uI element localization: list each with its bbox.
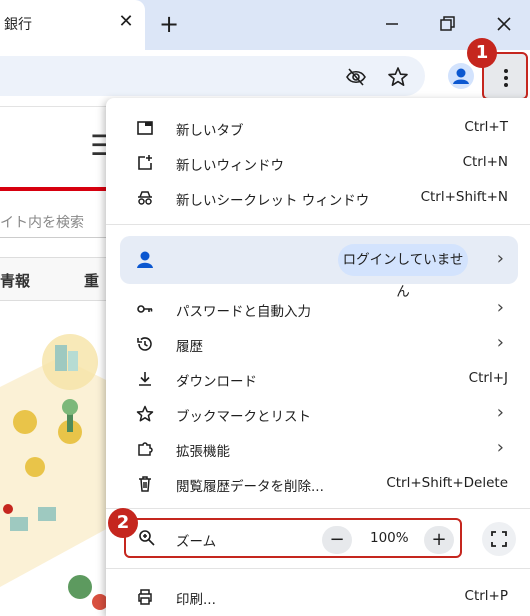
chevron-right-icon: › xyxy=(496,297,504,318)
eye-off-icon[interactable] xyxy=(345,66,367,88)
menu-item-label: ダウンロード xyxy=(176,374,257,390)
trash-icon xyxy=(139,476,151,492)
zoom-control: ズーム − 100% + xyxy=(124,518,462,558)
menu-item-label: 新しいタブ xyxy=(176,123,244,139)
new-tab-button[interactable]: + xyxy=(156,11,182,37)
header-red-line xyxy=(0,187,110,191)
star-icon xyxy=(136,405,154,422)
new-window-icon xyxy=(138,155,152,170)
zoom-icon xyxy=(139,530,155,546)
chevron-right-icon: › xyxy=(496,402,504,423)
minimize-button[interactable] xyxy=(380,12,404,36)
step-badge-1: 1 xyxy=(467,38,497,68)
tab-title: 銀行 xyxy=(4,17,32,33)
menu-item-shortcut: Ctrl+N xyxy=(462,154,508,170)
menu-item-new-tab[interactable]: 新しいタブ Ctrl+T xyxy=(106,110,530,145)
chrome-main-menu: 新しいタブ Ctrl+T 新しいウィンドウ Ctrl+N 新しいシークレット ウ… xyxy=(106,98,530,616)
site-search-input[interactable]: イト内を検索 xyxy=(0,209,110,238)
download-icon xyxy=(139,372,151,386)
menu-item-label: 拡張機能 xyxy=(176,444,230,460)
menu-item-shortcut: Ctrl+T xyxy=(464,119,508,135)
history-icon xyxy=(137,337,152,351)
page-nav: 青報 重 xyxy=(0,257,110,301)
menu-item-label: 新しいシークレット ウィンドウ xyxy=(176,193,370,209)
chevron-right-icon: › xyxy=(496,437,504,458)
menu-item-shortcut: Ctrl+J xyxy=(468,370,508,386)
bookmark-star-icon[interactable] xyxy=(387,66,409,88)
menu-item-history[interactable]: 履歴 › xyxy=(106,326,530,361)
menu-item-new-window[interactable]: 新しいウィンドウ Ctrl+N xyxy=(106,145,530,180)
menu-item-passwords[interactable]: パスワードと自動入力 › xyxy=(106,291,530,326)
zoom-in-button[interactable]: + xyxy=(424,526,454,554)
zoom-value: 100% xyxy=(370,530,409,546)
menu-item-clear-browsing-data[interactable]: 閲覧履歴データを削除... Ctrl+Shift+Delete xyxy=(106,466,530,501)
nav-item-1[interactable]: 青報 xyxy=(0,270,30,291)
title-bar: 銀行 ✕ + xyxy=(0,0,530,50)
profile-card[interactable]: ログインしていません › xyxy=(120,236,518,300)
menu-item-shortcut: Ctrl+Shift+Delete xyxy=(386,475,508,491)
new-tab-icon xyxy=(137,121,153,135)
menu-item-label: 閲覧履歴データを削除... xyxy=(176,479,324,495)
menu-item-shortcut: Ctrl+P xyxy=(464,588,508,604)
chevron-right-icon: › xyxy=(496,332,504,353)
step-badge-2: 2 xyxy=(108,508,138,538)
person-icon xyxy=(137,251,153,268)
fullscreen-icon xyxy=(491,531,507,547)
login-status-badge[interactable]: ログインしていません xyxy=(338,244,468,300)
isometric-illustration xyxy=(0,334,110,610)
menu-item-label: ブックマークとリスト xyxy=(176,409,311,425)
browser-tab[interactable]: 銀行 ✕ xyxy=(0,0,145,50)
menu-item-label: 新しいウィンドウ xyxy=(176,158,284,174)
incognito-icon xyxy=(138,191,152,205)
restore-button[interactable] xyxy=(435,12,459,36)
fullscreen-button[interactable] xyxy=(482,522,516,556)
zoom-out-button[interactable]: − xyxy=(322,526,352,554)
menu-item-extensions[interactable]: 拡張機能 › xyxy=(106,431,530,466)
tab-close-button[interactable]: ✕ xyxy=(116,12,136,32)
close-window-button[interactable] xyxy=(492,12,516,36)
menu-item-print[interactable]: 印刷... Ctrl+P xyxy=(106,579,530,614)
menu-item-bookmarks[interactable]: ブックマークとリスト › xyxy=(106,396,530,431)
menu-divider xyxy=(106,508,530,509)
chevron-right-icon: › xyxy=(496,248,504,269)
menu-divider xyxy=(106,224,530,225)
profile-avatar-icon[interactable] xyxy=(448,63,474,89)
menu-item-incognito[interactable]: 新しいシークレット ウィンドウ Ctrl+Shift+N xyxy=(106,180,530,215)
menu-item-downloads[interactable]: ダウンロード Ctrl+J xyxy=(106,361,530,396)
web-page-background: ☰ イト内を検索 青報 重 xyxy=(0,107,115,616)
menu-divider xyxy=(106,568,530,569)
address-bar[interactable] xyxy=(0,56,425,96)
zoom-label: ズーム xyxy=(176,534,217,550)
nav-item-2[interactable]: 重 xyxy=(84,270,99,291)
menu-item-shortcut: Ctrl+Shift+N xyxy=(420,189,508,205)
extensions-icon xyxy=(138,442,153,456)
menu-item-label: 印刷... xyxy=(176,592,216,608)
menu-item-label: 履歴 xyxy=(176,339,203,355)
menu-item-label: パスワードと自動入力 xyxy=(176,304,311,320)
key-icon xyxy=(137,305,153,313)
print-icon xyxy=(138,589,152,605)
